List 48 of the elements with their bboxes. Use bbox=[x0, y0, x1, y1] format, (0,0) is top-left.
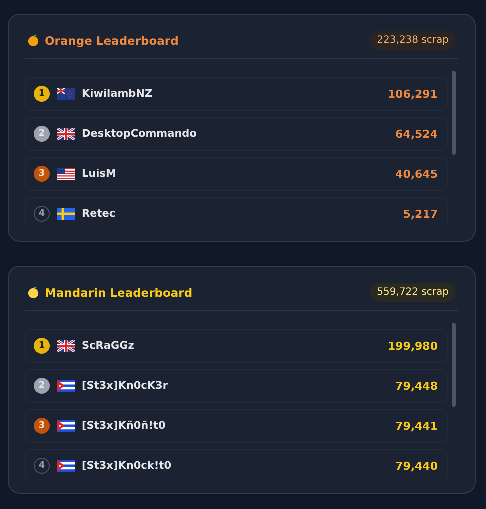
player-score: 5,217 bbox=[403, 208, 438, 220]
scrollbar[interactable] bbox=[452, 71, 456, 155]
player-name: [St3x]Kn0cK3r bbox=[82, 380, 170, 392]
rank-badge: 2 bbox=[34, 378, 50, 394]
player-name: KiwilambNZ bbox=[82, 88, 154, 100]
player-name: Retec bbox=[82, 208, 117, 220]
flag-icon bbox=[57, 460, 75, 472]
rank-badge: 1 bbox=[34, 338, 50, 354]
flag-icon bbox=[57, 340, 75, 352]
flag-icon bbox=[57, 380, 75, 392]
flag-icon bbox=[57, 208, 75, 220]
player-score: 64,524 bbox=[396, 128, 438, 140]
player-row[interactable]: 1 ScRaGGz 199,980 bbox=[25, 329, 448, 363]
player-score: 79,440 bbox=[396, 460, 438, 472]
fruit-icon bbox=[27, 34, 40, 47]
rank-badge: 1 bbox=[34, 86, 50, 102]
player-score: 79,441 bbox=[396, 420, 438, 432]
flag-icon bbox=[57, 168, 75, 180]
total-badge: 559,722 scrap bbox=[370, 283, 456, 302]
scrollbar[interactable] bbox=[452, 323, 456, 407]
player-name: [St3x]Kn0ck!t0 bbox=[82, 460, 172, 472]
player-name: ScRaGGz bbox=[82, 340, 136, 352]
leaderboard-title: Orange Leaderboard bbox=[45, 34, 179, 48]
player-score: 79,448 bbox=[396, 380, 438, 392]
flag-icon bbox=[57, 420, 75, 432]
player-name: DesktopCommando bbox=[82, 128, 198, 140]
player-row[interactable]: 3 LuisM 40,645 bbox=[25, 157, 448, 191]
player-row[interactable]: 4 [St3x]Kn0ck!t0 79,440 bbox=[25, 449, 448, 477]
rank-badge: 3 bbox=[34, 166, 50, 182]
player-row[interactable]: 2 DesktopCommando 64,524 bbox=[25, 117, 448, 151]
player-row[interactable]: 3 [St3x]Kñ0ñ!t0 79,441 bbox=[25, 409, 448, 443]
fruit-icon bbox=[27, 286, 40, 299]
rank-badge: 4 bbox=[34, 206, 50, 222]
rank-badge: 4 bbox=[34, 458, 50, 474]
player-row[interactable]: 2 [St3x]Kn0cK3r 79,448 bbox=[25, 369, 448, 403]
player-score: 106,291 bbox=[388, 88, 438, 100]
flag-icon bbox=[57, 128, 75, 140]
leaderboard-title: Mandarin Leaderboard bbox=[45, 286, 193, 300]
total-badge: 223,238 scrap bbox=[370, 31, 456, 50]
rank-badge: 3 bbox=[34, 418, 50, 434]
player-name: LuisM bbox=[82, 168, 118, 180]
rank-badge: 2 bbox=[34, 126, 50, 142]
player-row[interactable]: 4 Retec 5,217 bbox=[25, 197, 448, 225]
player-row[interactable]: 1 KiwilambNZ 106,291 bbox=[25, 77, 448, 111]
flag-icon bbox=[57, 88, 75, 100]
player-score: 40,645 bbox=[396, 168, 438, 180]
player-score: 199,980 bbox=[388, 340, 438, 352]
player-name: [St3x]Kñ0ñ!t0 bbox=[82, 420, 167, 432]
